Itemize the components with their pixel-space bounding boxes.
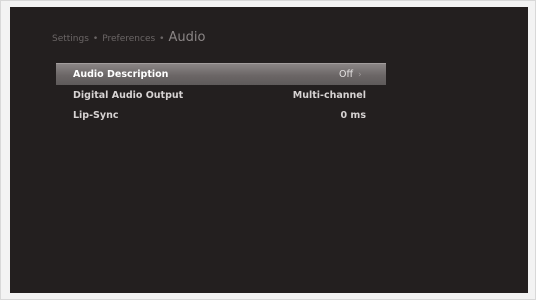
- menu-item-label: Digital Audio Output: [73, 89, 184, 101]
- lip-sync-value: 0 ms: [340, 109, 366, 121]
- breadcrumb-separator: •: [92, 34, 99, 44]
- menu-item-value: Multi-channel: [293, 90, 366, 101]
- page-title: Audio: [168, 30, 206, 45]
- breadcrumb: Settings • Preferences • Audio: [52, 30, 205, 52]
- menu-item-label: Audio Description: [73, 69, 169, 80]
- breadcrumb-preferences[interactable]: Preferences: [102, 34, 155, 44]
- digital-audio-output-value: Multi-channel: [292, 89, 366, 101]
- tv-frame: Settings • Preferences • Audio Audio Des…: [0, 0, 536, 300]
- menu-item-lip-sync[interactable]: Lip-Sync 0 ms: [56, 105, 386, 125]
- menu-item-value: 0 ms: [341, 110, 366, 121]
- menu-item-label: Lip-Sync: [73, 109, 119, 121]
- audio-description-value: Off: [338, 69, 353, 80]
- menu-item-audio-description[interactable]: Audio Description Off ›: [56, 63, 386, 85]
- chevron-right-icon: ›: [358, 69, 362, 80]
- breadcrumb-settings[interactable]: Settings: [52, 34, 89, 44]
- audio-settings-menu: Audio Description Off › Digital Audio Ou…: [56, 63, 386, 125]
- settings-screen: Settings • Preferences • Audio Audio Des…: [10, 7, 528, 293]
- menu-item-digital-audio-output[interactable]: Digital Audio Output Multi-channel: [56, 85, 386, 105]
- breadcrumb-separator: •: [159, 34, 165, 44]
- menu-item-value[interactable]: Off ›: [339, 69, 366, 80]
